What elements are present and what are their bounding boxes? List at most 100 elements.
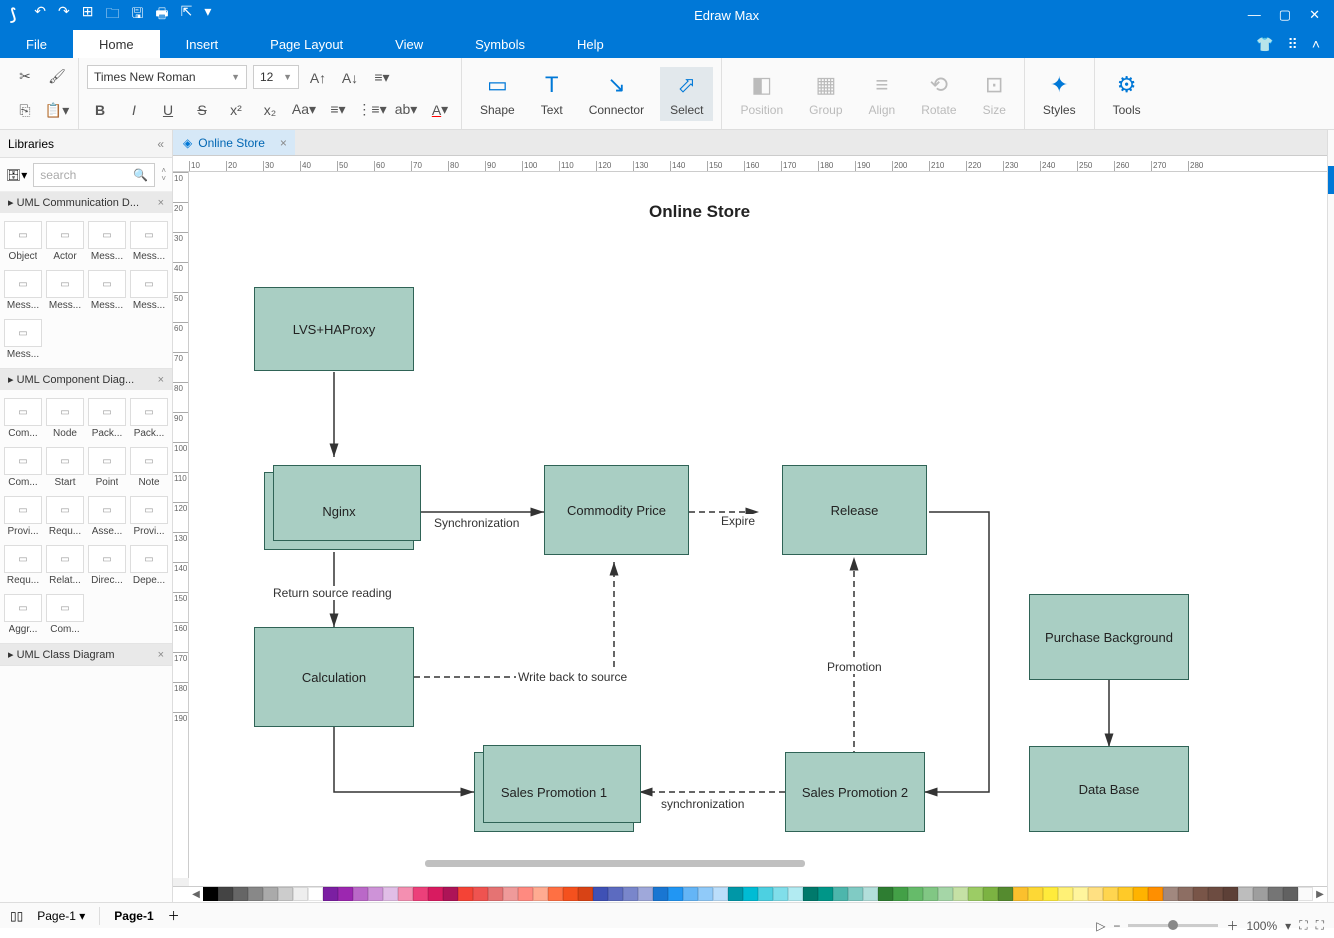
print-icon[interactable]: 🖶 [155, 3, 168, 27]
menu-view[interactable]: View [369, 30, 449, 58]
library-item[interactable]: ▭Mess... [46, 270, 84, 311]
rotate-button[interactable]: ⟲Rotate [911, 67, 966, 121]
color-swatch[interactable] [1283, 887, 1298, 901]
color-swatch[interactable] [1178, 887, 1193, 901]
color-swatch[interactable] [533, 887, 548, 901]
color-swatch[interactable] [1253, 887, 1268, 901]
font-shrink-icon[interactable]: A↓ [337, 65, 363, 91]
color-swatch[interactable] [248, 887, 263, 901]
library-item[interactable]: ▭Mess... [88, 270, 126, 311]
align-button[interactable]: ≡Align [859, 67, 906, 121]
fullscreen-icon[interactable]: ⛶ [1316, 918, 1324, 933]
color-swatch[interactable] [1298, 887, 1313, 901]
apps-icon[interactable]: ⠿ [1288, 36, 1298, 53]
library-item[interactable]: ▭Depe... [130, 545, 168, 586]
color-swatch[interactable] [893, 887, 908, 901]
theme-icon[interactable]: ◆ [1328, 166, 1334, 194]
color-swatch[interactable] [938, 887, 953, 901]
color-swatch[interactable] [308, 887, 323, 901]
clipart-icon[interactable]: 🖽 [1328, 488, 1334, 516]
color-swatch[interactable] [908, 887, 923, 901]
color-swatch[interactable] [983, 887, 998, 901]
library-item[interactable]: ▭Actor [46, 221, 84, 262]
color-swatch[interactable] [863, 887, 878, 901]
color-swatch[interactable] [1163, 887, 1178, 901]
color-swatch[interactable] [398, 887, 413, 901]
colorbar-right-icon[interactable]: ▶ [1313, 887, 1327, 902]
size-button[interactable]: ⊡Size [973, 67, 1016, 121]
color-swatch[interactable] [338, 887, 353, 901]
color-swatch[interactable] [818, 887, 833, 901]
layers-icon[interactable]: ☰ [1328, 304, 1334, 332]
node-release[interactable]: Release [782, 465, 927, 555]
shuffle-icon[interactable]: ⤭ [1328, 580, 1334, 608]
library-item[interactable]: ▭Mess... [130, 270, 168, 311]
menu-file[interactable]: File [0, 30, 73, 58]
tools-button[interactable]: ⚙Tools [1103, 67, 1151, 121]
library-item[interactable]: ▭Asse... [88, 496, 126, 537]
color-swatch[interactable] [773, 887, 788, 901]
minimize-icon[interactable]: ― [1248, 7, 1261, 23]
color-swatch[interactable] [788, 887, 803, 901]
library-item[interactable]: ▭Relat... [46, 545, 84, 586]
cut-icon[interactable]: ✂ [12, 64, 38, 90]
group-button[interactable]: ▦Group [799, 67, 852, 121]
redo-icon[interactable]: ↷ [58, 3, 70, 27]
color-swatch[interactable] [413, 887, 428, 901]
library-section-header[interactable]: ▸ UML Component Diag...× [0, 369, 172, 390]
menu-symbols[interactable]: Symbols [449, 30, 551, 58]
library-item[interactable]: ▭Mess... [4, 270, 42, 311]
node-sales1[interactable]: Sales Promotion 1 [474, 752, 634, 832]
menu-help[interactable]: Help [551, 30, 630, 58]
zoom-slider[interactable] [1128, 924, 1218, 927]
export-icon[interactable]: ⇱ [181, 3, 193, 27]
color-swatch[interactable] [233, 887, 248, 901]
format-painter-icon[interactable]: 🖌 [44, 64, 70, 90]
zoom-menu-icon[interactable]: ▾ [1285, 919, 1291, 933]
color-swatch[interactable] [638, 887, 653, 901]
color-swatch[interactable] [263, 887, 278, 901]
node-purchase[interactable]: Purchase Background [1029, 594, 1189, 680]
lib-down-icon[interactable]: ˅ [161, 175, 166, 183]
library-item[interactable]: ▭Pack... [130, 398, 168, 439]
position-button[interactable]: ◧Position [730, 67, 793, 121]
library-item[interactable]: ▭Direc... [88, 545, 126, 586]
color-swatch[interactable] [458, 887, 473, 901]
canvas-viewport[interactable]: Online Store LVS [189, 172, 1327, 886]
menu-page-layout[interactable]: Page Layout [244, 30, 369, 58]
color-swatch[interactable] [1118, 887, 1133, 901]
new-icon[interactable]: ⊞ [82, 3, 94, 27]
library-item[interactable]: ▭Start [46, 447, 84, 488]
color-swatch[interactable] [368, 887, 383, 901]
color-swatch[interactable] [878, 887, 893, 901]
color-swatch[interactable] [1043, 887, 1058, 901]
color-swatch[interactable] [473, 887, 488, 901]
node-calculation[interactable]: Calculation [254, 627, 414, 727]
pagelist-icon[interactable]: ▯▯ [10, 909, 23, 923]
page-dropdown[interactable]: Page-1 ▾ [37, 909, 85, 923]
undo-icon[interactable]: ↶ [34, 3, 46, 27]
color-swatch[interactable] [698, 887, 713, 901]
bold-icon[interactable]: B [87, 97, 113, 123]
zoom-in-icon[interactable]: ＋ [1226, 917, 1238, 934]
page-tab[interactable]: Page-1 [114, 909, 153, 923]
color-swatch[interactable] [1088, 887, 1103, 901]
color-swatch[interactable] [833, 887, 848, 901]
align-icon[interactable]: ≡▾ [369, 65, 395, 91]
color-swatch[interactable] [608, 887, 623, 901]
document-tab[interactable]: ◈ Online Store × [173, 130, 295, 155]
connector-button[interactable]: ↘Connector [579, 67, 654, 121]
library-item[interactable]: ▭Com... [4, 447, 42, 488]
color-swatch[interactable] [743, 887, 758, 901]
color-swatch[interactable] [383, 887, 398, 901]
shape-button[interactable]: ▭Shape [470, 67, 525, 121]
underline-icon[interactable]: U [155, 97, 181, 123]
library-section-header[interactable]: ▸ UML Communication D...× [0, 192, 172, 213]
color-swatch[interactable] [548, 887, 563, 901]
library-item[interactable]: ▭Mess... [130, 221, 168, 262]
search-icon[interactable]: 🔍 [133, 168, 148, 182]
image-icon[interactable]: 🖼 [1328, 258, 1334, 286]
open-icon[interactable]: 🗀 [105, 3, 119, 27]
node-nginx[interactable]: Nginx [264, 472, 414, 550]
color-swatch[interactable] [293, 887, 308, 901]
